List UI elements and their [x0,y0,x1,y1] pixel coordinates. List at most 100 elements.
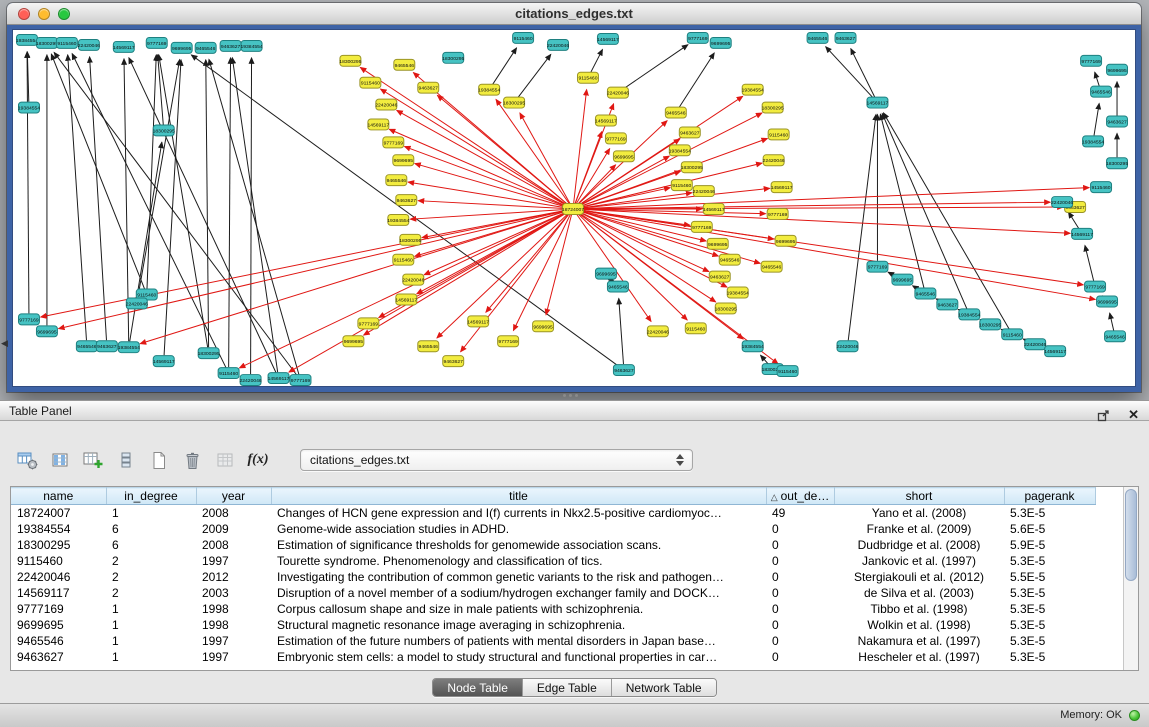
graph-node[interactable]: 14569117 [153,356,175,367]
table-row[interactable]: 2242004622012Investigating the contribut… [11,569,1095,585]
graph-node[interactable]: 9777169 [687,32,708,43]
graph-node[interactable]: 9115460 [56,37,77,48]
graph-node[interactable]: 9699695 [36,326,57,337]
graph-node[interactable]: 9115460 [1091,182,1112,193]
graph-edge[interactable] [229,58,231,367]
tab-edge-table[interactable]: Edge Table [523,679,612,696]
zoom-window-button[interactable] [58,8,70,20]
graph-edge[interactable] [679,53,714,108]
graph-node[interactable]: 18300295 [339,55,361,66]
graph-node[interactable]: 14569117 [467,316,489,327]
graph-edge[interactable] [883,113,1009,329]
float-panel-button[interactable] [1090,403,1116,427]
graph-node[interactable]: 9699695 [595,268,616,279]
graph-edge[interactable] [51,54,144,289]
graph-node[interactable]: 9777169 [18,314,39,325]
graph-node[interactable]: 22420046 [402,274,424,285]
graph-node[interactable]: 19384554 [240,40,262,51]
graph-edge[interactable] [496,99,570,204]
graph-node[interactable]: 18300295 [1106,158,1128,169]
graph-node[interactable]: 9699695 [533,321,554,332]
graph-node[interactable]: 9115460 [360,77,381,88]
graph-node[interactable]: 9777169 [498,336,519,347]
graph-node[interactable]: 19384554 [18,102,40,113]
graph-node[interactable]: 19384554 [727,287,749,298]
table-row[interactable]: 1938455462009Genome-wide association stu… [11,521,1095,537]
graph-node[interactable]: 18300295 [503,97,525,108]
graph-edge[interactable] [579,211,719,256]
graph-node[interactable]: 19384554 [742,84,764,95]
graph-node[interactable]: 18300295 [715,303,737,314]
table-row[interactable]: 1830029562008Estimation of significance … [11,537,1095,553]
graph-edge[interactable] [579,163,762,207]
graph-edge[interactable] [1085,245,1094,280]
graph-edge[interactable] [578,156,669,206]
new-document-button[interactable] [146,448,172,472]
graph-node[interactable]: 9465546 [915,288,936,299]
graph-node[interactable]: 22420046 [1051,197,1073,208]
table-row[interactable]: 977716911998Corpus callosum shape and si… [11,601,1095,617]
graph-node[interactable]: 9115460 [393,254,414,265]
split-drag-handle[interactable] [563,394,583,399]
tab-node-table[interactable]: Node Table [433,679,523,696]
graph-edge[interactable] [59,210,568,328]
graph-edge[interactable] [623,45,688,90]
graph-node[interactable]: 9463627 [679,127,700,138]
graph-node[interactable]: 14569117 [597,33,619,44]
graph-edge[interactable] [546,215,572,315]
graph-node[interactable]: 14569117 [367,119,389,130]
graph-node[interactable]: 22420046 [1024,339,1046,350]
graph-edge[interactable] [486,214,569,313]
graph-node[interactable]: 9699695 [171,42,192,53]
graph-node[interactable]: 9463627 [709,271,730,282]
graph-node[interactable]: 22420046 [240,375,262,386]
close-window-button[interactable] [18,8,30,20]
graph-node[interactable]: 9465546 [394,59,415,70]
graph-node[interactable]: 14569117 [395,294,417,305]
graph-edge[interactable] [619,298,624,364]
graph-edge[interactable] [577,213,687,320]
table-row[interactable]: 946362711997Embryonic stem cells: a mode… [11,649,1095,665]
graph-node[interactable]: 9465546 [665,107,686,118]
tab-network-table[interactable]: Network Table [612,679,716,696]
graph-edge[interactable] [147,55,156,289]
column-header-title[interactable]: title [271,488,766,505]
graph-edge[interactable] [1068,212,1078,229]
delete-table-button[interactable] [179,448,205,472]
graph-edge[interactable] [381,89,568,206]
graph-edge[interactable] [130,142,162,341]
graph-node[interactable]: 9465546 [761,261,782,272]
graph-edge[interactable] [90,57,107,340]
graph-node[interactable]: 9777169 [867,261,888,272]
graph-node[interactable]: 9465546 [1105,331,1126,342]
graph-node[interactable]: 9777169 [1085,281,1106,292]
graph-edge[interactable] [1095,72,1099,86]
graph-edge[interactable] [579,209,766,214]
graph-node[interactable]: 9777169 [383,137,404,148]
graph-node[interactable]: 22420046 [375,99,397,110]
graph-node[interactable]: 14569117 [867,97,889,108]
graph-node[interactable]: 22420046 [607,87,629,98]
graph-node[interactable]: 19384554 [742,341,764,352]
column-header-name[interactable]: name [11,488,106,505]
graph-edge[interactable] [138,60,180,298]
table-selector[interactable]: citations_edges.txt [300,449,693,471]
graph-node[interactable]: 9777169 [605,133,626,144]
graph-node[interactable]: 18300295 [198,348,220,359]
graph-node[interactable]: 9463627 [835,32,856,43]
graph-node[interactable]: 9699695 [1097,296,1118,307]
show-columns-button[interactable] [47,448,73,472]
graph-node[interactable]: 9115460 [1002,329,1023,340]
graph-node[interactable]: 9463627 [443,356,464,367]
graph-node[interactable]: 9465546 [76,341,97,352]
graph-node[interactable]: 9463627 [96,341,117,352]
graph-edge[interactable] [232,58,277,372]
function-builder-button[interactable]: f(x) [245,448,271,472]
graph-node[interactable]: 14569117 [1044,346,1066,357]
graph-node[interactable]: 9465546 [607,281,628,292]
graph-edge[interactable] [397,110,568,206]
window-titlebar[interactable]: citations_edges.txt [7,3,1141,25]
graph-node[interactable]: 22420046 [78,39,100,50]
graph-edge[interactable] [848,114,876,340]
graph-node[interactable]: 9465546 [386,175,407,186]
